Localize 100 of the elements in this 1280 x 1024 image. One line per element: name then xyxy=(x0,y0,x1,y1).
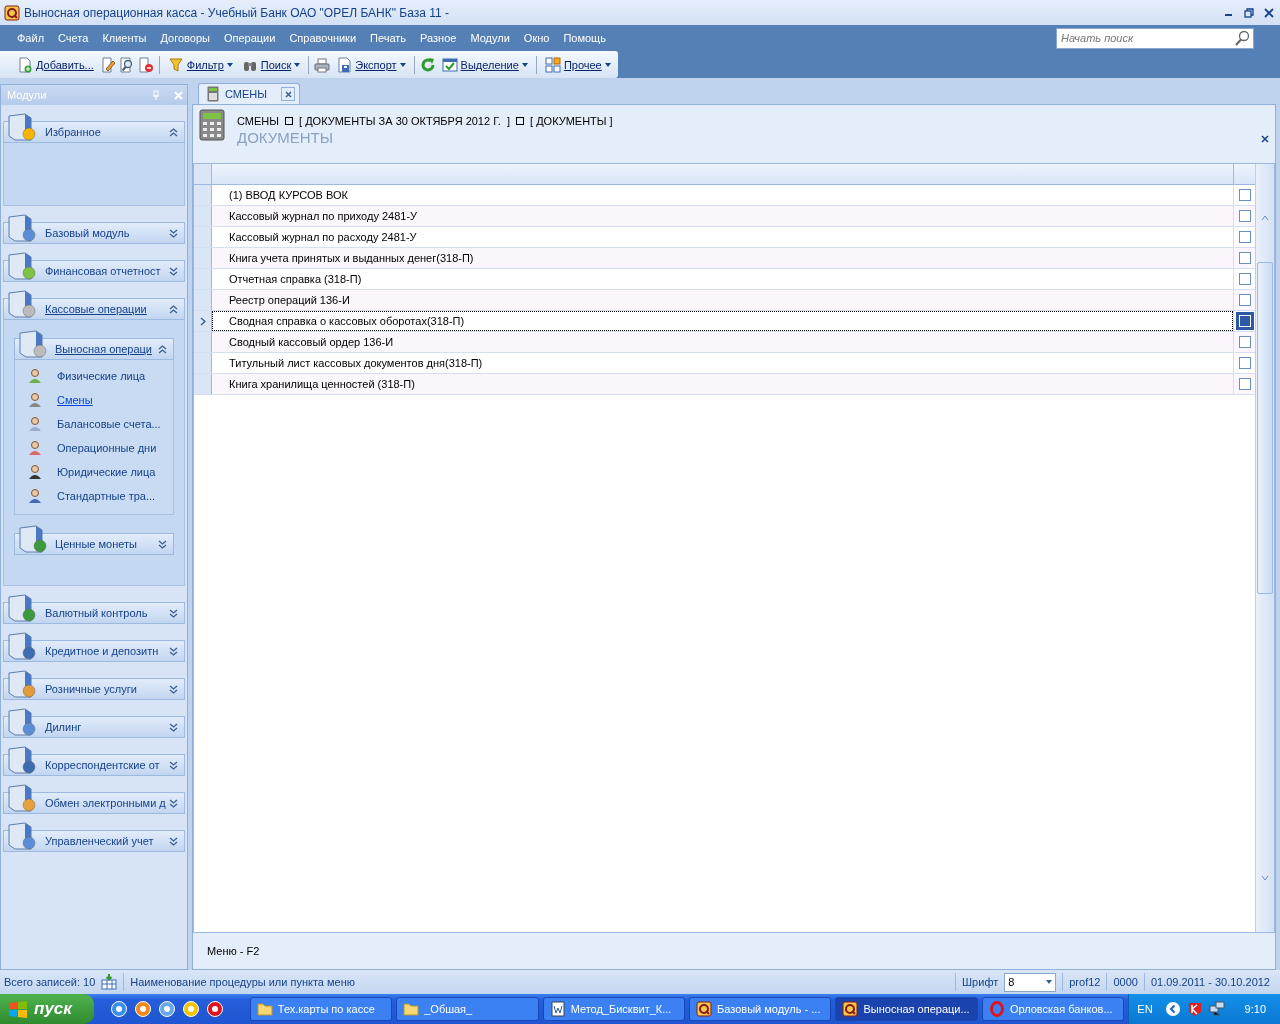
checkbox[interactable] xyxy=(1238,294,1251,306)
calculator-icon xyxy=(199,109,225,141)
person-icon xyxy=(27,488,43,504)
launch-icon[interactable] xyxy=(181,1000,200,1018)
module-icon xyxy=(5,112,37,142)
module-item[interactable]: Смены xyxy=(57,394,93,406)
checkbox[interactable] xyxy=(1238,231,1251,243)
chevron-up-icon[interactable] xyxy=(169,127,178,137)
document-add-icon xyxy=(17,56,33,73)
scrollbar[interactable] xyxy=(1255,164,1274,932)
table-cell[interactable]: Кассовый журнал по расходу 2481-У xyxy=(212,227,1233,247)
module-item[interactable]: Операционные дни xyxy=(57,442,157,454)
search-field[interactable]: Начать поиск xyxy=(1056,27,1254,49)
shield-icon[interactable] xyxy=(1186,1001,1203,1017)
expand-tray-icon[interactable] xyxy=(1164,1001,1181,1017)
menu-item[interactable]: Модули xyxy=(463,32,517,44)
launch-icon[interactable] xyxy=(205,1000,224,1018)
checkbox[interactable] xyxy=(1238,357,1251,369)
taskbar-button[interactable]: Тех.карты по кассе xyxy=(249,997,393,1021)
branch-code: 0000 xyxy=(1113,976,1138,988)
search-icon[interactable] xyxy=(118,56,135,73)
menu-item[interactable]: Клиенты xyxy=(95,32,154,44)
module-item[interactable]: Физические лица xyxy=(57,370,146,382)
table-download-icon[interactable] xyxy=(101,974,118,990)
taskbar-button[interactable]: _Обшая_ xyxy=(396,997,539,1021)
language-indicator[interactable]: EN xyxy=(1137,1003,1153,1015)
module-icon xyxy=(5,745,37,775)
table-cell[interactable]: Титульный лист кассовых документов дня(318-П) xyxy=(212,353,1233,373)
document-tab[interactable]: СМЕНЫ xyxy=(198,83,300,104)
refresh-icon[interactable] xyxy=(419,56,436,73)
chevron-up-icon[interactable] xyxy=(158,344,167,354)
chevron-down-icon[interactable] xyxy=(169,836,178,846)
taskbar-button[interactable]: Орловская банков... xyxy=(981,997,1125,1021)
menu-item[interactable]: Справочники xyxy=(282,32,364,44)
chevron-down-icon[interactable] xyxy=(169,608,178,618)
status-hint: Наименование процедуры или пункта меню xyxy=(130,976,357,988)
breadcrumb-item[interactable]: [ ДОКУМЕНТЫ ] xyxy=(530,115,613,127)
chevron-down-icon[interactable] xyxy=(169,266,178,276)
app-icon xyxy=(4,4,20,21)
menu-item[interactable]: Окно xyxy=(516,32,557,44)
checkbox[interactable] xyxy=(1238,189,1251,201)
floppy-icon xyxy=(336,56,353,73)
menu-item[interactable]: Разное xyxy=(413,32,464,44)
menu-item[interactable]: Договоры xyxy=(153,32,217,44)
checkbox[interactable] xyxy=(1238,252,1251,264)
toolbar-button[interactable]: Поиск xyxy=(238,53,304,76)
breadcrumb-item[interactable]: [ ДОКУМЕНТЫ ЗА 30 ОКТЯБРЯ 2012 Г. ] xyxy=(299,115,510,127)
toolbar-button[interactable]: Фильтр xyxy=(164,53,236,76)
chevron-down-icon[interactable] xyxy=(169,228,178,238)
taskbar-button[interactable]: Выносная операци... xyxy=(835,997,978,1021)
menu-item[interactable]: Печать xyxy=(363,32,414,44)
chevron-down-icon[interactable] xyxy=(169,722,178,732)
chevron-down-icon[interactable] xyxy=(169,760,178,770)
delete-icon[interactable] xyxy=(137,56,154,73)
font-size-field[interactable]: 8 xyxy=(1004,972,1057,992)
printer-icon[interactable] xyxy=(314,56,331,73)
close-icon[interactable] xyxy=(1261,135,1269,143)
chevron-down-icon[interactable] xyxy=(169,646,178,656)
panel-title: Модули xyxy=(7,89,48,101)
chevron-down-icon[interactable] xyxy=(169,684,178,694)
checkbox[interactable] xyxy=(1238,336,1251,348)
breadcrumb-item[interactable]: СМЕНЫ xyxy=(237,115,279,127)
menu-item[interactable]: Операции xyxy=(216,32,283,44)
launch-icon[interactable] xyxy=(157,1000,176,1018)
checkbox[interactable] xyxy=(1238,210,1251,222)
module-icon xyxy=(16,524,48,554)
menu-item[interactable]: Счета xyxy=(51,32,96,44)
toolbar-button[interactable]: Добавить... xyxy=(14,53,97,76)
toolbar-button[interactable]: Прочее xyxy=(541,53,614,76)
taskbar-button[interactable]: Метод_Бисквит_К... xyxy=(542,997,686,1021)
toolbar-button[interactable]: Выделение xyxy=(438,53,531,76)
checkbox[interactable] xyxy=(1238,273,1251,285)
menu-item[interactable]: Файл xyxy=(10,32,52,44)
search-icon[interactable] xyxy=(1234,29,1250,46)
network-icon[interactable] xyxy=(1208,1001,1225,1017)
launch-icon[interactable] xyxy=(109,1000,128,1018)
chevron-up-icon[interactable] xyxy=(169,304,178,314)
table-cell[interactable]: (1) ВВОД КУРСОВ ВОК xyxy=(212,185,1233,205)
menu-item[interactable]: Помощь xyxy=(556,32,613,44)
launch-icon[interactable] xyxy=(133,1000,152,1018)
tiles-icon xyxy=(544,56,561,73)
toolbar-button[interactable]: Экспорт xyxy=(333,53,409,76)
row-indicator[interactable] xyxy=(194,311,212,331)
table-cell[interactable]: Сводная справка о кассовых оборотах(318-П) xyxy=(212,311,1233,331)
table-cell[interactable]: Отчетная справка (318-П) xyxy=(212,269,1233,289)
close-icon[interactable] xyxy=(1264,7,1274,18)
checkbox[interactable] xyxy=(1238,378,1251,390)
module-icon xyxy=(5,213,37,243)
scroll-thumb[interactable] xyxy=(1257,262,1273,594)
module-item[interactable]: Балансовые счета... xyxy=(57,418,161,430)
module-item[interactable]: Стандартные тра... xyxy=(57,490,156,502)
chevron-down-icon[interactable] xyxy=(158,539,167,549)
restore-icon[interactable] xyxy=(1244,7,1254,18)
caret-icon xyxy=(1046,980,1053,984)
taskbar-button[interactable]: Базовый модуль - ... xyxy=(689,997,832,1021)
edit-icon[interactable] xyxy=(99,56,116,73)
module-icon xyxy=(5,821,37,851)
person-icon xyxy=(27,464,43,480)
module-item[interactable]: Юридические лица xyxy=(57,466,156,478)
chevron-down-icon[interactable] xyxy=(169,798,178,808)
